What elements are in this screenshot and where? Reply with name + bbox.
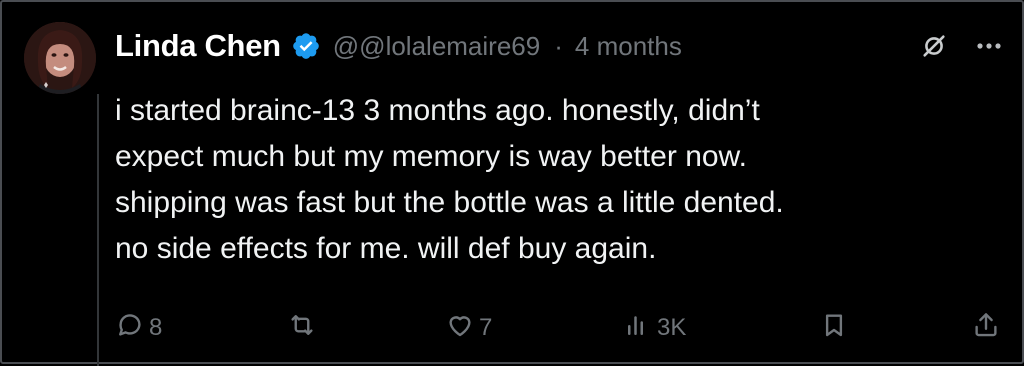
retweet-icon xyxy=(287,310,317,347)
retweet-button[interactable] xyxy=(287,310,321,346)
grok-icon[interactable] xyxy=(920,32,948,60)
views-count: 3K xyxy=(657,314,687,341)
views-button[interactable]: 3K xyxy=(623,310,686,346)
tweet-card[interactable]: Linda Chen @@lolalemaire69 · 4 months i xyxy=(0,0,1024,366)
reply-count: 8 xyxy=(149,314,163,341)
separator-dot: · xyxy=(554,30,563,61)
bookmark-button[interactable] xyxy=(819,310,849,346)
more-icon[interactable] xyxy=(976,41,1002,51)
author-name[interactable]: Linda Chen xyxy=(115,28,281,64)
tweet-header: Linda Chen @@lolalemaire69 · 4 months xyxy=(115,24,682,68)
bookmark-icon xyxy=(819,310,849,347)
avatar[interactable] xyxy=(24,22,96,94)
like-button[interactable]: 7 xyxy=(445,310,492,346)
heart-icon xyxy=(445,310,475,347)
share-button[interactable] xyxy=(971,310,1001,346)
verified-badge-icon[interactable] xyxy=(291,31,321,61)
reply-button[interactable]: 8 xyxy=(115,310,162,346)
tweet-top-actions xyxy=(920,32,1002,60)
thread-line xyxy=(97,94,99,366)
tweet-text: i started brainc-13 3 months ago. honest… xyxy=(115,94,784,265)
timestamp[interactable]: 4 months xyxy=(575,31,682,62)
author-handle[interactable]: @@lolalemaire69 xyxy=(333,31,540,62)
views-icon xyxy=(623,310,653,347)
tweet-actions: 8 7 3K xyxy=(115,310,1005,346)
reply-icon xyxy=(115,310,145,347)
like-count: 7 xyxy=(479,314,493,341)
share-icon xyxy=(971,310,1001,347)
